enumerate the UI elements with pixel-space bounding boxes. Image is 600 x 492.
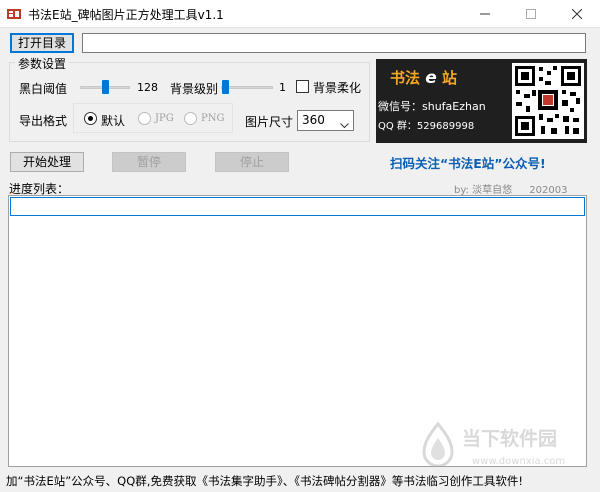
promo-text: 扫码关注“书法E站”公众号! <box>390 156 546 171</box>
threshold-value: 128 <box>137 81 158 94</box>
threshold-slider-thumb[interactable] <box>102 80 109 94</box>
close-icon <box>572 9 582 19</box>
minimize-button[interactable] <box>462 0 508 28</box>
promo-banner: 书法 e 站 微信号：shufaEzhan QQ 群：529689998 <box>376 59 587 143</box>
start-processing-button[interactable]: 开始处理 <box>10 152 84 172</box>
status-bar: 加“书法E站”公众号、QQ群,免费获取《书法集字助手》、《书法碑帖分割器》等书法… <box>0 470 600 492</box>
bg-soften-label: 背景柔化 <box>313 81 362 95</box>
watermark-url: www.downxia.com <box>472 456 566 467</box>
pause-button[interactable]: 暂停 <box>112 152 186 172</box>
banner-qq: QQ 群：529689998 <box>378 121 475 132</box>
bg-soften-checkbox[interactable] <box>296 80 309 93</box>
banner-brand: 书法 e 站 <box>390 67 457 88</box>
format-jpg-label: JPG <box>155 113 174 124</box>
banner-brand-left: 书法 <box>390 69 421 87</box>
maximize-icon <box>526 9 536 19</box>
format-jpg-radio[interactable] <box>138 112 151 125</box>
format-default-label: 默认 <box>101 114 126 128</box>
banner-brand-e: e <box>425 68 437 88</box>
bg-level-label: 背景级别 <box>170 82 219 96</box>
chevron-down-icon <box>340 116 349 135</box>
image-size-value: 360 <box>302 113 325 127</box>
banner-wechat: 微信号：shufaEzhan <box>378 100 486 113</box>
bg-level-value: 1 <box>279 81 286 94</box>
seal-icon <box>6 6 22 22</box>
watermark-title: 当下软件园 <box>462 428 558 450</box>
status-text: 加“书法E站”公众号、QQ群,免费获取《书法集字助手》、《书法碑帖分割器》等书法… <box>6 474 524 488</box>
format-default-radio[interactable] <box>84 112 97 125</box>
downxia-logo-icon <box>420 421 456 469</box>
format-png-radio[interactable] <box>184 112 197 125</box>
maximize-button[interactable] <box>508 0 554 28</box>
banner-brand-right: 站 <box>442 69 458 87</box>
close-button[interactable] <box>554 0 600 28</box>
list-item[interactable] <box>10 197 585 216</box>
open-directory-button[interactable]: 打开目录 <box>10 33 74 53</box>
params-group-title: 参数设置 <box>15 55 70 72</box>
watermark: 当下软件园 www.downxia.com <box>420 420 590 476</box>
bg-level-slider-thumb[interactable] <box>222 80 229 94</box>
threshold-label: 黑白阈值 <box>19 82 68 96</box>
image-size-label: 图片尺寸 <box>245 115 294 129</box>
title-bar: 书法E站_碑帖图片正方处理工具v1.1 <box>0 0 600 28</box>
window-title: 书法E站_碑帖图片正方处理工具v1.1 <box>28 8 224 22</box>
minimize-icon <box>480 9 490 19</box>
image-size-select[interactable]: 360 <box>297 110 354 131</box>
format-png-label: PNG <box>201 113 225 124</box>
qr-code-icon <box>512 63 584 139</box>
directory-path-input[interactable] <box>82 33 586 53</box>
stop-button[interactable]: 停止 <box>215 152 289 172</box>
export-format-label: 导出格式 <box>19 114 68 128</box>
author-credit: by: 淡草自悠 202003 <box>454 181 567 196</box>
